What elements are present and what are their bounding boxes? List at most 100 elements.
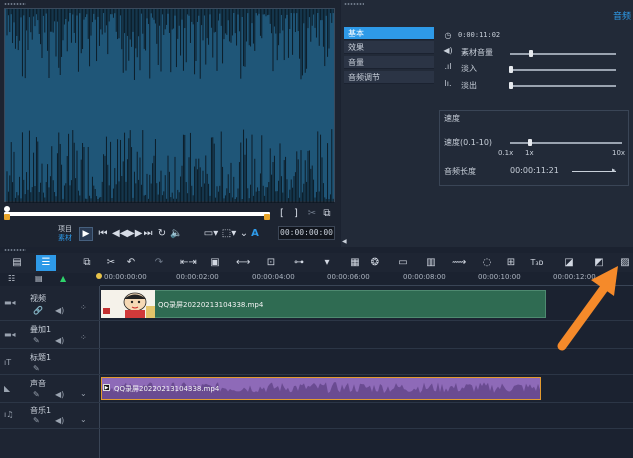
clip-volume-slider[interactable] [510, 53, 616, 55]
tab-basic[interactable]: 基本 [344, 27, 434, 40]
fade-in-slider[interactable] [510, 69, 616, 71]
prev-frame-icon[interactable]: ◀◀ [112, 228, 127, 240]
timeline-playhead[interactable] [96, 273, 102, 279]
trim-start-marker[interactable] [4, 214, 10, 220]
edit-icon[interactable]: ✎ [33, 336, 40, 345]
mark-in-button[interactable]: [ [276, 208, 288, 220]
clip-volume-label: 素材音量 [461, 48, 493, 57]
play-button[interactable]: ▶ [79, 227, 93, 241]
panel-collapse-icon[interactable]: ◀ [342, 238, 347, 245]
scissors-icon[interactable]: ✂ [104, 256, 118, 270]
tab-effects[interactable]: 效果 [344, 41, 434, 54]
storyboard-view-icon[interactable]: ▤ [10, 256, 24, 270]
mute-icon[interactable]: ◀) [55, 336, 64, 345]
go-start-icon[interactable]: ⏮ [97, 228, 109, 240]
add-track-icon[interactable]: ▲ [60, 274, 66, 283]
volume-icon[interactable]: 🔈 [170, 228, 182, 240]
options-grip[interactable] [344, 3, 364, 5]
speed-tick-max: 10x [612, 149, 626, 157]
chevron-down-icon[interactable]: ⌄ [80, 415, 87, 424]
edit-icon[interactable]: ✎ [33, 364, 40, 373]
mode-clip[interactable]: 素材 [58, 234, 72, 242]
split-screen-icon[interactable]: ⟷ [236, 256, 250, 270]
effects-icon[interactable]: ❂ [368, 256, 382, 270]
edit-icon[interactable]: ✎ [33, 416, 40, 425]
audio-clip-name: QQ录屏20220213104338.mp4 [114, 385, 220, 393]
title-track-icon: ıT [4, 358, 12, 367]
chapter-marker-icon[interactable]: ▤ [35, 274, 43, 283]
mute-icon[interactable]: ◀) [55, 416, 64, 425]
video-clip-name: QQ录屏20220213104338.mp4 [158, 301, 264, 309]
multicam-icon[interactable]: ▦ [348, 256, 362, 270]
track-manager-icon[interactable]: ☷ [8, 274, 15, 283]
waveform-graphic [6, 9, 334, 203]
orange-pointer-arrow-icon [557, 266, 618, 351]
voice-track-icon: ◣ [4, 384, 11, 393]
cartoon-thumbnail-graphic [101, 290, 155, 318]
ripple-icon[interactable]: ⁘ [80, 333, 87, 342]
speed-slider[interactable] [510, 142, 622, 144]
go-end-icon[interactable]: ⏭ [142, 228, 154, 240]
mode-project[interactable]: 项目 [58, 225, 72, 233]
panel-grip[interactable] [4, 3, 26, 5]
motion-icon[interactable]: ⊡ [264, 256, 278, 270]
fade-in-knob[interactable] [509, 66, 513, 73]
fade-out-knob[interactable] [509, 82, 513, 89]
timeline-grip[interactable] [4, 249, 26, 251]
speed-tick-min: 0.1x [498, 149, 514, 157]
record-icon[interactable]: ▣ [208, 256, 222, 270]
overlay-track-icon: ▬◂ [4, 330, 16, 339]
edit-icon[interactable]: ✎ [33, 390, 40, 399]
mute-icon[interactable]: ◀) [55, 390, 64, 399]
clip-volume-knob[interactable] [529, 50, 533, 57]
enlarge-icon[interactable]: ⧉ [321, 208, 333, 220]
fade-out-icon: lı. [444, 79, 452, 88]
preview-waveform[interactable] [4, 8, 335, 203]
fade-out-slider[interactable] [510, 85, 616, 87]
speed-label: 速度(0.1-10) [444, 138, 493, 147]
chapter-icon[interactable]: ▥ [424, 256, 438, 270]
timeline-view-icon[interactable]: ☰ [36, 255, 56, 271]
fade-out-label: 淡出 [461, 81, 477, 90]
video-clip-thumbnail [101, 290, 155, 318]
3d-title-icon[interactable]: T₃ᴅ [530, 256, 544, 270]
audio-length-arrow-icon[interactable]: ▸ [612, 166, 616, 174]
stabilize-icon[interactable]: ⊞ [504, 256, 518, 270]
audio-mixer-icon[interactable]: ▾ [320, 256, 334, 270]
tab-volume[interactable]: 音量 [344, 56, 434, 69]
split-icon[interactable]: ✂ [306, 208, 318, 220]
mark-out-button[interactable]: ] [290, 208, 302, 220]
link-icon[interactable]: 🔗 [33, 306, 43, 315]
audio-length-label: 音频长度 [444, 167, 476, 176]
aspect-icon[interactable]: ▭▾ [203, 228, 219, 240]
duration-field[interactable]: 0:00:11:02 [458, 31, 508, 41]
audio-clip-type-icon: ▶ [103, 384, 110, 391]
tab-audio-adjust[interactable]: 音频调节 [344, 71, 434, 84]
ruler-label: 00:00:06:00 [327, 273, 370, 281]
crop-icon[interactable]: ⬚▾ [221, 228, 237, 240]
toolbar-copy-icon[interactable]: ⧉ [80, 256, 94, 270]
scrub-bar[interactable] [4, 212, 270, 216]
tracking-icon[interactable]: ⟿ [452, 256, 466, 270]
mix-icon[interactable]: ⊶ [292, 256, 306, 270]
text-a-icon[interactable]: A [249, 228, 261, 240]
track-divider [0, 402, 633, 403]
next-frame-icon[interactable]: ▶▶ [127, 228, 142, 240]
mask-icon[interactable]: ◌ [480, 256, 494, 270]
repeat-icon[interactable]: ↻ [156, 228, 168, 240]
chevron-down-icon[interactable]: ⌄ [80, 389, 87, 398]
subtitle-icon[interactable]: ▭ [396, 256, 410, 270]
ripple-icon[interactable]: ⁘ [80, 303, 87, 312]
mute-icon[interactable]: ◀) [55, 306, 64, 315]
track-name-video: 视频 [30, 294, 46, 303]
fit-icon[interactable]: ⇤⇥ [180, 256, 197, 270]
music-track-icon: ı♫ [4, 410, 14, 419]
preview-timecode[interactable]: 00:00:00:00 [278, 226, 335, 240]
track-divider [0, 320, 633, 321]
undo-icon[interactable]: ↶ [124, 256, 138, 270]
redo-icon[interactable]: ↷ [152, 256, 166, 270]
speed-knob[interactable] [528, 139, 532, 146]
track-name-music: 音乐1 [30, 406, 52, 415]
trim-end-marker[interactable] [264, 214, 270, 220]
track-divider [0, 348, 633, 349]
